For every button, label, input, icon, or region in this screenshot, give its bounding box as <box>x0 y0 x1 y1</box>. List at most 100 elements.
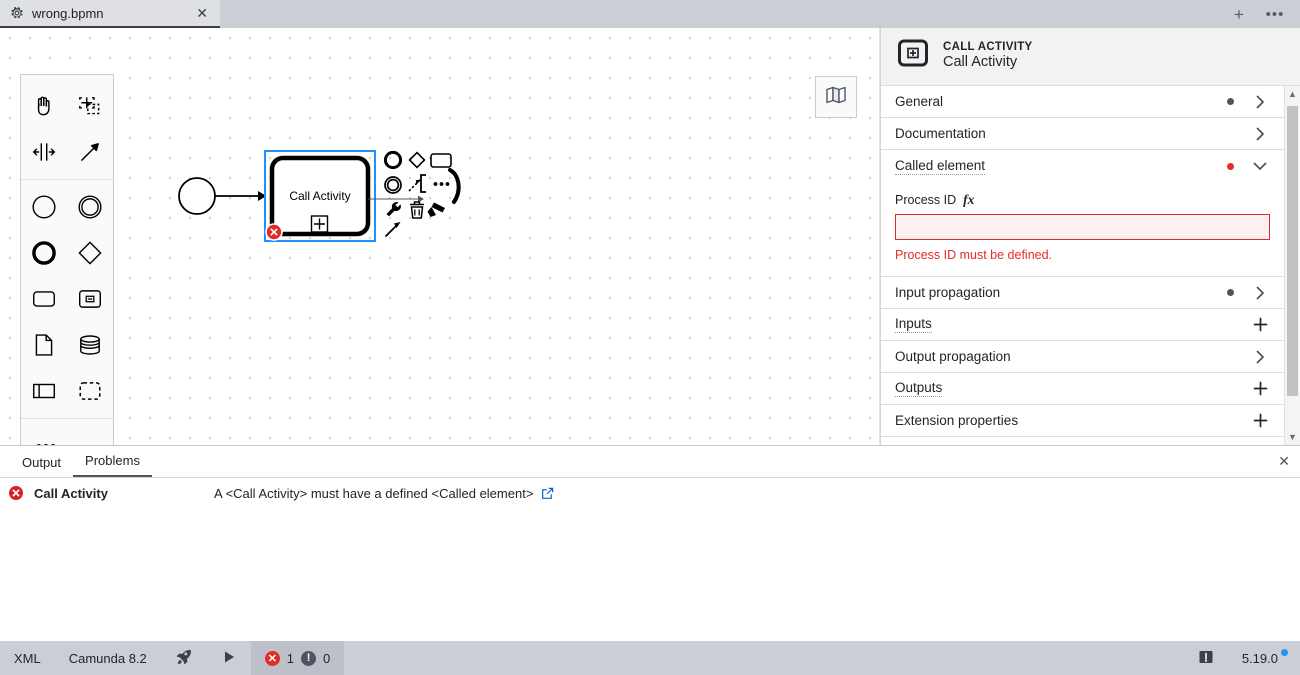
group-label: Documentation <box>895 126 986 141</box>
append-end-event-icon <box>383 150 403 170</box>
chevron-down-icon <box>1250 162 1270 171</box>
engine-version-label: Camunda 8.2 <box>68 650 147 666</box>
append-connect-arrow-icon <box>385 222 401 237</box>
properties-group-documentation[interactable]: Documentation <box>881 118 1284 150</box>
group-label: Extension properties <box>895 413 1019 428</box>
bpmn-canvas[interactable]: Call Activity <box>0 28 880 445</box>
run-button[interactable] <box>207 641 251 675</box>
app-version-button[interactable]: 5.19.0 <box>1228 641 1300 675</box>
process-id-label-row: Process ID fx <box>895 192 1270 208</box>
delete-icon <box>410 201 424 219</box>
group-indicator-dot <box>1227 289 1234 296</box>
properties-group-inputs[interactable]: Inputs <box>881 309 1284 341</box>
tab-bar: wrong.bpmn ✕ + ••• <box>0 0 1300 28</box>
tab-options-icon[interactable]: ••• <box>1266 5 1284 23</box>
append-task-icon <box>430 153 452 168</box>
app-version-label: 5.19.0 <box>1241 650 1278 666</box>
error-count-icon: ✕ <box>264 650 280 666</box>
problem-counts-button[interactable]: ✕ 1 ! 0 <box>250 641 345 675</box>
properties-group-general[interactable]: General <box>881 86 1284 118</box>
group-label: Inputs <box>895 316 932 333</box>
main-area: Call Activity CALL ACTIVITY Call Activit… <box>0 28 1300 445</box>
add-input-button[interactable] <box>1250 317 1270 332</box>
append-text-annotation-icon <box>420 174 426 193</box>
add-extension-property-button[interactable] <box>1250 413 1270 428</box>
error-badge-icon <box>265 223 283 241</box>
call-activity-label: Call Activity <box>289 189 350 203</box>
called-element-content: Process ID fx Process ID must be defined… <box>881 182 1284 277</box>
change-type-icon <box>433 182 450 186</box>
rocket-icon <box>175 648 193 669</box>
bpmn-diagram-layer: Call Activity <box>0 28 879 445</box>
group-label: Outputs <box>895 380 943 397</box>
problem-element-name: Call Activity <box>34 485 108 501</box>
scrollbar-thumb[interactable] <box>1287 106 1298 396</box>
tab-output[interactable]: Output <box>10 451 73 477</box>
warning-count: 0 <box>323 650 331 666</box>
scroll-up-icon[interactable]: ▲ <box>1285 86 1300 102</box>
properties-group-outputs[interactable]: Outputs <box>881 373 1284 405</box>
append-gateway-icon <box>408 151 426 169</box>
fx-toggle-icon[interactable]: fx <box>963 192 974 208</box>
properties-scrollbar[interactable]: ▲ ▼ <box>1284 86 1300 445</box>
tab-bar-actions: + ••• <box>1230 0 1300 28</box>
error-icon <box>8 485 24 501</box>
play-icon <box>221 649 237 668</box>
tab-label: wrong.bpmn <box>32 5 104 21</box>
group-indicator-dot <box>1227 98 1234 105</box>
sequence-flow-connection <box>215 191 267 201</box>
problems-tab-bar: Output Problems ✕ <box>0 446 1300 478</box>
tab-wrong-bpmn[interactable]: wrong.bpmn ✕ <box>0 0 220 28</box>
notification-icon <box>1198 649 1214 668</box>
deploy-button[interactable] <box>161 641 207 675</box>
start-event-shape <box>178 177 216 215</box>
loop-marker-icon <box>448 168 461 204</box>
close-problems-icon[interactable]: ✕ <box>1278 454 1290 468</box>
properties-panel: CALL ACTIVITY Call Activity General Docu… <box>880 28 1300 445</box>
add-output-button[interactable] <box>1250 381 1270 396</box>
close-icon[interactable]: ✕ <box>194 6 210 20</box>
group-label: General <box>895 94 944 109</box>
properties-element-name: Call Activity <box>943 54 1018 70</box>
engine-version-button[interactable]: Camunda 8.2 <box>55 641 161 675</box>
problem-message-cell: A <Call Activity> must have a defined <C… <box>214 486 554 501</box>
chevron-right-icon <box>1250 127 1270 141</box>
process-id-label: Process ID <box>895 193 957 207</box>
context-pad <box>368 150 461 237</box>
chevron-right-icon <box>1250 286 1270 300</box>
warning-count-icon: ! <box>301 650 317 666</box>
process-id-error: Process ID must be defined. <box>895 248 1053 262</box>
error-count: 1 <box>286 650 295 666</box>
xml-toggle-button[interactable]: XML <box>0 641 55 675</box>
scrollbar-track[interactable] <box>1285 102 1300 429</box>
chevron-right-icon <box>1250 95 1270 109</box>
problem-list-item[interactable]: Call Activity A <Call Activity> must hav… <box>0 478 1300 508</box>
group-indicator-dot <box>1227 162 1234 170</box>
problem-message: A <Call Activity> must have a defined <C… <box>214 485 534 501</box>
set-color-icon <box>427 202 445 217</box>
properties-group-called-element[interactable]: Called element <box>881 150 1284 182</box>
update-available-icon <box>1281 649 1288 656</box>
problems-panel: Output Problems ✕ Call Activity A <Call … <box>0 445 1300 635</box>
new-tab-button[interactable]: + <box>1230 5 1248 23</box>
process-id-input[interactable] <box>895 214 1270 240</box>
notifications-button[interactable] <box>1184 641 1228 675</box>
scroll-down-icon[interactable]: ▼ <box>1285 429 1300 445</box>
wrench-icon <box>386 202 401 217</box>
properties-group-input-propagation[interactable]: Input propagation <box>881 277 1284 309</box>
group-label: Input propagation <box>895 285 1001 300</box>
group-label: Called element <box>895 157 986 175</box>
properties-group-extension-properties[interactable]: Extension properties <box>881 405 1284 437</box>
status-bar: XML Camunda 8.2 ✕ 1 ! 0 5.19.0 <box>0 641 1300 675</box>
chevron-right-icon <box>1250 350 1270 364</box>
gear-icon <box>10 6 24 20</box>
call-activity-icon <box>897 38 929 73</box>
properties-group-output-propagation[interactable]: Output propagation <box>881 341 1284 373</box>
group-label: Output propagation <box>895 349 1011 364</box>
external-link-icon[interactable] <box>541 487 554 500</box>
connect-icon <box>408 179 421 192</box>
append-intermediate-event-icon <box>384 176 402 194</box>
properties-header: CALL ACTIVITY Call Activity <box>881 28 1300 86</box>
tab-problems[interactable]: Problems <box>73 449 152 477</box>
properties-groups: General Documentation Called element Pro… <box>881 86 1300 445</box>
